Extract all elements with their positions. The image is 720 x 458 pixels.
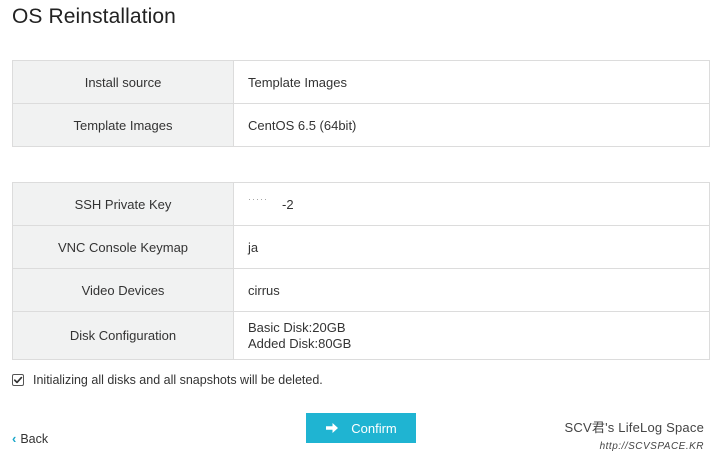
- watermark: SCV君's LifeLog Space http://SCVSPACE.KR: [565, 417, 704, 452]
- ssh-key-value: ····· -2: [233, 182, 710, 226]
- delete-confirmation-checkbox-row[interactable]: Initializing all disks and all snapshots…: [12, 373, 323, 387]
- ssh-key-redacted: ····· -2: [248, 193, 294, 212]
- disk-config-label: Disk Configuration: [12, 311, 234, 360]
- basic-disk-line: Basic Disk:20GB: [248, 319, 346, 335]
- ssh-key-suffix: -2: [282, 196, 294, 212]
- back-label: Back: [20, 431, 49, 446]
- table-row: VNC Console Keymap ja: [12, 225, 710, 269]
- added-disk-line: Added Disk:80GB: [248, 335, 352, 351]
- delete-warning-text: Initializing all disks and all snapshots…: [33, 373, 323, 387]
- ssh-key-label: SSH Private Key: [12, 182, 234, 226]
- vnc-keymap-label: VNC Console Keymap: [12, 225, 234, 269]
- redacted-mark: ·····: [248, 193, 268, 204]
- install-source-value: Template Images: [233, 60, 710, 104]
- table-row: Install source Template Images: [12, 60, 710, 104]
- install-source-table: Install source Template Images Template …: [12, 60, 710, 147]
- configuration-table: SSH Private Key ····· -2 VNC Console Key…: [12, 182, 710, 360]
- table-row: Video Devices cirrus: [12, 268, 710, 312]
- table-row: Template Images CentOS 6.5 (64bit): [12, 103, 710, 147]
- page-title: OS Reinstallation: [12, 5, 176, 28]
- back-link[interactable]: ‹ Back: [12, 431, 48, 446]
- arrow-right-icon: [326, 423, 339, 433]
- disk-config-value: Basic Disk:20GB Added Disk:80GB: [233, 311, 710, 360]
- confirm-button[interactable]: Confirm: [306, 413, 416, 443]
- watermark-title: SCV君's LifeLog Space: [564, 420, 704, 435]
- watermark-url: http://SCVSPACE.KR: [599, 441, 704, 452]
- template-images-value: CentOS 6.5 (64bit): [233, 103, 710, 147]
- template-images-label: Template Images: [12, 103, 234, 147]
- delete-confirmation-checkbox[interactable]: [12, 374, 24, 386]
- install-source-label: Install source: [12, 60, 234, 104]
- video-devices-label: Video Devices: [12, 268, 234, 312]
- table-row: SSH Private Key ····· -2: [12, 182, 710, 226]
- checkmark-icon: [13, 376, 23, 384]
- chevron-left-icon: ‹: [12, 431, 17, 446]
- table-row: Disk Configuration Basic Disk:20GB Added…: [12, 311, 710, 360]
- vnc-keymap-value: ja: [233, 225, 710, 269]
- video-devices-value: cirrus: [233, 268, 710, 312]
- confirm-label: Confirm: [351, 420, 397, 436]
